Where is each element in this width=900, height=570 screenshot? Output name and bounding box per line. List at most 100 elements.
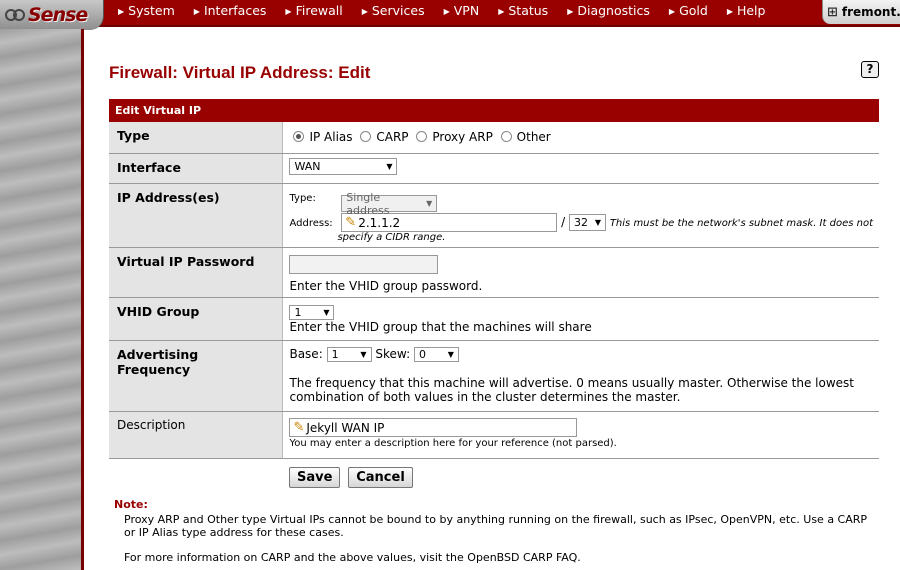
- interface-select[interactable]: WAN ▼: [289, 157, 398, 175]
- vhid-cell: 1 ▼ Enter the VHID group that the machin…: [282, 297, 879, 341]
- interface-value: WAN: [294, 159, 321, 173]
- menu-status[interactable]: ▶ Status: [490, 0, 559, 24]
- ip-address-label: IP Address(es): [109, 183, 284, 248]
- menu-arrow-icon: ▶: [118, 7, 125, 16]
- vip-password-input[interactable]: [289, 255, 439, 274]
- base-select[interactable]: 1 ▼: [326, 347, 372, 362]
- note-text-1: Proxy ARP and Other type Virtual IPs can…: [124, 513, 868, 539]
- logo-text: Sense: [28, 4, 88, 26]
- radio-proxy-arp[interactable]: [416, 131, 428, 142]
- radio-label: IP Alias: [309, 130, 353, 144]
- help-icon[interactable]: ?: [861, 61, 879, 78]
- radio-ip-alias[interactable]: [293, 131, 305, 142]
- description-hint: You may enter a description here for you…: [289, 438, 617, 449]
- interface-row: Interface WAN ▼: [109, 153, 879, 184]
- radio-label: Proxy ARP: [432, 130, 493, 144]
- ip-address-value: 2.1.1.2: [358, 215, 401, 230]
- hostname-text: fremont.: [841, 5, 900, 19]
- network-icon: ⊞: [827, 4, 838, 20]
- menu-label: VPN: [453, 3, 480, 18]
- save-button[interactable]: Save: [288, 467, 341, 489]
- gear-logo-icon: [5, 9, 25, 21]
- skew-value: 0: [418, 348, 426, 361]
- mask-slash: /: [561, 215, 566, 229]
- menu-diagnostics[interactable]: ▶ Diagnostics: [559, 0, 661, 24]
- menu-label: Diagnostics: [577, 3, 650, 18]
- menu-label: Interfaces: [203, 3, 267, 18]
- description-row: Description ✎ Jekyll WAN IP You may ente…: [109, 411, 879, 459]
- edit-vip-form: Edit Virtual IP Type IP Alias CARP Proxy…: [109, 99, 879, 495]
- address-label: Address:: [289, 218, 333, 229]
- menu-services[interactable]: ▶ Services: [354, 0, 436, 24]
- vip-password-hint: Enter the VHID group password.: [289, 279, 483, 293]
- section-header: Edit Virtual IP: [109, 99, 879, 122]
- chevron-down-icon: ▼: [323, 308, 330, 317]
- ip-type-value: Single address: [346, 190, 390, 217]
- vhid-select[interactable]: 1 ▼: [289, 305, 335, 320]
- menu-interfaces[interactable]: ▶ Interfaces: [186, 0, 278, 24]
- chevron-down-icon: ▼: [594, 218, 601, 227]
- menu-vpn[interactable]: ▶ VPN: [436, 0, 491, 24]
- skew-label: Skew:: [375, 347, 411, 361]
- advfreq-cell: Base: 1 ▼ Skew: 0 ▼ The frequency that t…: [282, 340, 879, 412]
- actions-spacer: [109, 459, 283, 495]
- base-value: 1: [331, 348, 339, 361]
- actions-cell: Save Cancel: [283, 459, 879, 495]
- page-title: Firewall: Virtual IP Address: Edit: [109, 63, 371, 82]
- menu-firewall[interactable]: ▶ Firewall: [277, 0, 353, 24]
- description-input[interactable]: ✎ Jekyll WAN IP: [289, 418, 578, 437]
- advfreq-label: Advertising Frequency: [109, 340, 284, 412]
- type-row: Type IP Alias CARP Proxy ARP Other: [109, 122, 879, 154]
- menu-arrow-icon: ▶: [443, 7, 450, 16]
- menu-arrow-icon: ▶: [285, 7, 292, 16]
- chevron-down-icon: ▼: [386, 161, 393, 171]
- type-radios: IP Alias CARP Proxy ARP Other: [282, 122, 879, 154]
- vip-password-cell: Enter the VHID group password.: [282, 247, 879, 298]
- menu-label: Firewall: [295, 3, 343, 18]
- radio-carp[interactable]: [360, 131, 372, 142]
- ip-address-cell: Type: Single address ▼ Address: ✎ 2.1.1.…: [282, 183, 879, 248]
- vhid-hint: Enter the VHID group that the machines w…: [289, 320, 592, 334]
- menu-label: Gold: [679, 3, 708, 18]
- menu-help[interactable]: ▶ Help: [719, 0, 777, 24]
- cancel-button[interactable]: Cancel: [348, 467, 413, 489]
- advfreq-hint: The frequency that this machine will adv…: [289, 376, 855, 404]
- type-label: Type: [109, 122, 284, 154]
- menu-label: System: [128, 3, 175, 18]
- mask-hint-continued: specify a CIDR range.: [337, 232, 446, 243]
- menu-label: Services: [371, 3, 425, 18]
- mask-hint: This must be the network's subnet mask. …: [609, 218, 873, 229]
- menu-label: Status: [508, 3, 549, 18]
- pencil-icon: ✎: [293, 420, 305, 435]
- menu-label: Help: [736, 3, 766, 18]
- note-title: Note:: [114, 498, 148, 511]
- chevron-down-icon: ▼: [447, 350, 454, 359]
- main-menu: ▶ System ▶ Interfaces ▶ Firewall ▶ Services …: [110, 0, 776, 24]
- radio-label: Other: [516, 130, 551, 144]
- chevron-down-icon: ▼: [426, 199, 433, 208]
- skew-select[interactable]: 0 ▼: [413, 347, 459, 362]
- left-decoration-panel: [0, 29, 84, 570]
- menu-system[interactable]: ▶ System: [110, 0, 186, 24]
- vip-password-row: Virtual IP Password Enter the VHID group…: [109, 247, 879, 298]
- radio-other[interactable]: [500, 131, 512, 142]
- menu-gold[interactable]: ▶ Gold: [661, 0, 719, 24]
- menu-arrow-icon: ▶: [726, 7, 733, 16]
- base-label: Base:: [289, 347, 323, 361]
- radio-label: CARP: [376, 130, 409, 144]
- subnet-mask-select[interactable]: 32 ▼: [569, 214, 606, 231]
- ip-type-select[interactable]: Single address ▼: [341, 191, 438, 217]
- vhid-row: VHID Group 1 ▼ Enter the VHID group that…: [109, 297, 879, 341]
- ip-type-label: Type:: [289, 192, 316, 204]
- description-label: Description: [109, 411, 284, 459]
- hostname-link[interactable]: ⊞ fremont.: [822, 0, 900, 24]
- advfreq-row: Advertising Frequency Base: 1 ▼ Skew: 0 …: [109, 340, 879, 412]
- menu-arrow-icon: ▶: [193, 7, 200, 16]
- chevron-down-icon: ▼: [360, 350, 367, 359]
- mask-value: 32: [574, 216, 588, 229]
- menu-arrow-icon: ▶: [668, 7, 676, 16]
- ip-address-row: IP Address(es) Type: Single address ▼ Ad…: [109, 183, 879, 248]
- top-navigation-bar: Sense ▶ System ▶ Interfaces ▶ Firewall ▶ Ser…: [0, 0, 900, 30]
- interface-cell: WAN ▼: [282, 153, 879, 184]
- pfsense-logo[interactable]: Sense: [0, 0, 104, 30]
